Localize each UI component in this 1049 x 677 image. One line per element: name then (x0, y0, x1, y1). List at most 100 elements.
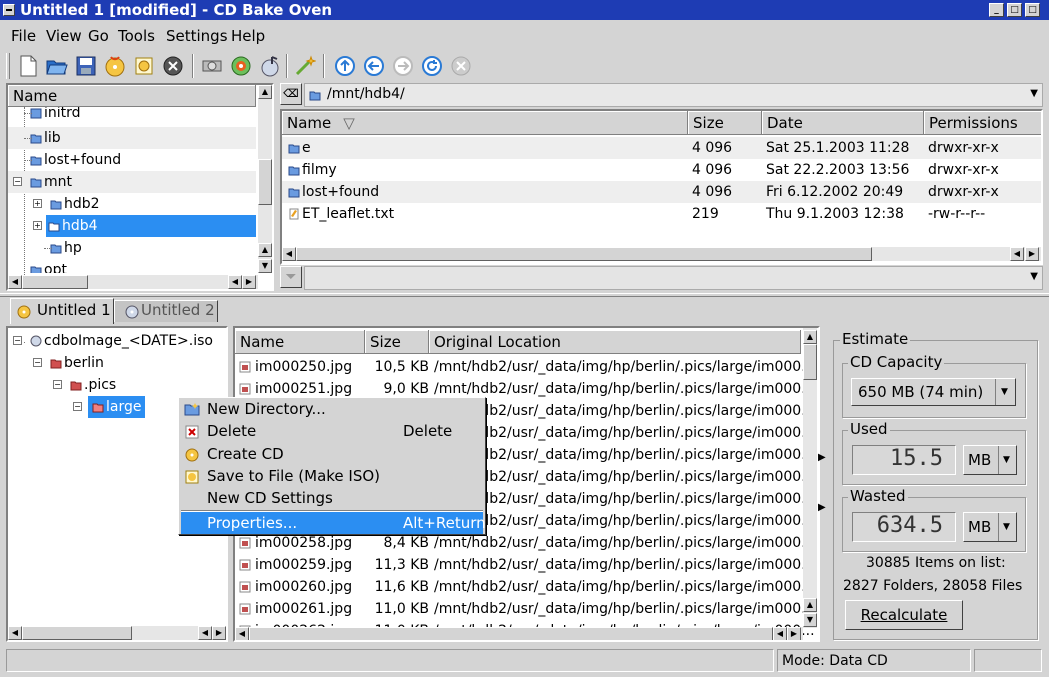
cd-file-row[interactable]: im000261.jpg 11,0 KB/mnt/hdb2/usr/_data/i… (235, 598, 815, 620)
scroll-left-icon[interactable]: ◀ (8, 626, 22, 640)
cd-list-hscroll-thumb[interactable] (249, 627, 773, 640)
scroll-up-icon[interactable]: ▲ (803, 598, 817, 612)
menu-tools[interactable]: Tools (118, 27, 155, 45)
scroll-left-icon[interactable]: ◀ (198, 626, 212, 640)
collapse-icon[interactable]: − (73, 402, 82, 411)
collapse-icon[interactable]: − (13, 336, 22, 345)
tree-hscroll-thumb[interactable] (22, 275, 88, 289)
tab-untitled-1[interactable]: Untitled 1 (10, 298, 114, 324)
menu-help[interactable]: Help (231, 27, 265, 45)
column-header-permissions[interactable]: Permissions (924, 111, 1041, 135)
up-icon[interactable] (333, 54, 357, 78)
file-row[interactable]: filmy 4 096 Sat 22.2.2003 13:56 drwxr-xr-x (282, 159, 1041, 181)
tree-item[interactable]: initrd (8, 107, 256, 121)
cd-file-row[interactable]: im000258.jpg 8,4 KB/mnt/hdb2/usr/_data/im… (235, 532, 815, 554)
expand-icon[interactable]: + (33, 199, 42, 208)
open-icon[interactable] (45, 54, 69, 78)
filter-combobox[interactable]: ▼ (304, 266, 1043, 290)
title-bar[interactable]: Untitled 1 [modified] - CD Bake Oven _ □… (0, 0, 1049, 20)
cdrom-icon[interactable] (200, 54, 224, 78)
menu-item-save-to-file[interactable]: Save to File (Make ISO) (181, 465, 483, 487)
collapse-icon[interactable]: − (33, 358, 42, 367)
scroll-down-icon[interactable]: ▲ (258, 243, 272, 257)
cd-audio-icon[interactable] (258, 54, 282, 78)
file-browser-list[interactable]: Name ▽ Size Date Permissions e 4 096 Sat 25… (280, 109, 1043, 265)
column-header-name[interactable]: Name (235, 330, 365, 354)
cd-file-row[interactable]: im000259.jpg 11,3 KB/mnt/hdb2/usr/_data/i… (235, 554, 815, 576)
menu-file[interactable]: File (11, 27, 36, 45)
scroll-up-icon[interactable]: ▲ (803, 330, 817, 344)
collapse-arrow-icon[interactable]: ▶ (818, 452, 826, 463)
scroll-right-icon[interactable]: ▶ (787, 627, 801, 640)
menu-item-properties[interactable]: Properties... Alt+Return (181, 512, 486, 534)
back-icon[interactable] (362, 54, 386, 78)
collapse-arrow-icon[interactable]: ▶ (818, 502, 826, 513)
cd-tree-item[interactable]: − berlin (8, 352, 226, 374)
burn-image-icon[interactable] (132, 54, 156, 78)
file-row[interactable]: lost+found 4 096 Fri 6.12.2002 20:49 drwxr-… (282, 181, 1041, 203)
menu-item-new-cd-settings[interactable]: New CD Settings (181, 487, 483, 509)
tree-item[interactable]: + hdb2 (8, 193, 256, 215)
menu-view[interactable]: View (46, 27, 82, 45)
tree-item[interactable]: lib (8, 127, 256, 149)
tree-item-selected[interactable]: + hdb4 (8, 215, 256, 237)
filesystem-tree[interactable]: Name initrd lib lost+found − mnt + hdb2 + h… (6, 83, 274, 291)
tree-item[interactable]: opt (8, 259, 256, 273)
tree-item[interactable]: − mnt (8, 171, 256, 193)
cancel-icon[interactable] (449, 54, 473, 78)
toolbar-handle[interactable] (6, 53, 10, 79)
cd-capacity-select[interactable]: 650 MB (74 min) ▼ (851, 378, 1016, 406)
column-header-date[interactable]: Date (762, 111, 924, 135)
cd-tree-item[interactable]: − cdboImage_<DATE>.iso (8, 330, 226, 352)
tree-vscroll-thumb[interactable] (258, 159, 272, 205)
menu-item-delete[interactable]: Delete Delete (181, 420, 483, 442)
scroll-left-icon[interactable]: ◀ (1010, 247, 1024, 261)
reload-icon[interactable] (420, 54, 444, 78)
column-header-name[interactable]: Name ▽ (282, 111, 688, 135)
scroll-down-icon[interactable]: ▼ (803, 613, 817, 627)
recalculate-button[interactable]: Recalculate (845, 600, 963, 630)
collapse-icon[interactable]: − (13, 177, 22, 186)
column-header-size[interactable]: Size (688, 111, 762, 135)
forward-icon[interactable] (391, 54, 415, 78)
wasted-unit-select[interactable]: MB ▼ (963, 512, 1017, 542)
menu-go[interactable]: Go (88, 27, 109, 45)
tree-item[interactable]: lost+found (8, 149, 256, 171)
cd-file-row[interactable]: im000260.jpg 11,6 KB/mnt/hdb2/usr/_data/i… (235, 576, 815, 598)
browser-hscroll-thumb[interactable] (296, 247, 872, 261)
menu-item-create-cd[interactable]: Create CD (181, 443, 483, 465)
cd-settings-icon[interactable] (229, 54, 253, 78)
save-icon[interactable] (74, 54, 98, 78)
collapse-icon[interactable]: − (53, 380, 62, 389)
column-header-size[interactable]: Size (365, 330, 429, 354)
used-unit-select[interactable]: MB ▼ (963, 445, 1017, 475)
scroll-left-icon[interactable]: ◀ (228, 275, 242, 289)
file-row[interactable]: e 4 096 Sat 25.1.2003 11:28 drwxr-xr-x (282, 137, 1041, 159)
chevron-down-icon[interactable]: ▼ (1030, 88, 1038, 99)
scroll-left-icon[interactable]: ◀ (235, 627, 249, 640)
menu-settings[interactable]: Settings (166, 27, 228, 45)
cd-file-row[interactable]: im000250.jpg 10,5 KB/mnt/hdb2/usr/_data/i… (235, 356, 815, 378)
scroll-right-icon[interactable]: ▶ (1025, 247, 1039, 261)
column-header-original-location[interactable]: Original Location (429, 330, 801, 354)
window-menu-icon[interactable] (3, 4, 15, 16)
scroll-up-icon[interactable]: ▲ (258, 85, 272, 99)
tree-item[interactable]: hp (8, 237, 256, 259)
file-row[interactable]: ET_leaflet.txt 219 Thu 9.1.2003 12:38 -rw-r… (282, 203, 1041, 225)
chevron-down-icon[interactable]: ▼ (1030, 271, 1038, 282)
horizontal-splitter[interactable] (0, 293, 1049, 297)
path-combobox[interactable]: /mnt/hdb4/ ▼ (304, 83, 1043, 107)
scroll-left-icon[interactable]: ◀ (282, 247, 296, 261)
cd-tree-item[interactable]: − .pics (8, 374, 226, 396)
scroll-left-icon[interactable]: ◀ (773, 627, 787, 640)
expand-icon[interactable]: + (33, 221, 42, 230)
cd-tree-hscroll-thumb[interactable] (22, 626, 132, 640)
tab-untitled-2[interactable]: Untitled 2 (114, 300, 218, 322)
filter-icon[interactable]: ⏷ (280, 266, 302, 288)
minimize-button[interactable]: _ (989, 3, 1004, 17)
cd-list-vscroll-thumb[interactable] (803, 344, 817, 380)
scroll-right-icon[interactable]: ▶ (242, 275, 256, 289)
wizard-icon[interactable] (293, 54, 317, 78)
scroll-left-icon[interactable]: ◀ (8, 275, 22, 289)
menu-item-new-directory[interactable]: New Directory... (181, 398, 483, 420)
